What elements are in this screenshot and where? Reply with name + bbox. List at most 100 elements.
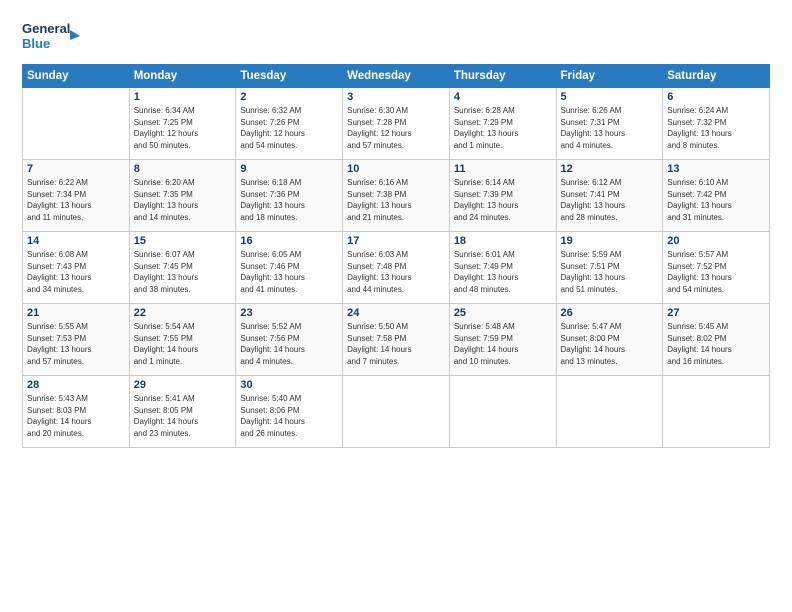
- day-number: 15: [134, 235, 232, 247]
- calendar-cell: 16 Sunrise: 6:05 AMSunset: 7:46 PMDayligh…: [236, 232, 343, 304]
- day-number: 1: [134, 91, 232, 103]
- cell-text: Sunrise: 5:50 AMSunset: 7:58 PMDaylight:…: [347, 321, 445, 367]
- day-number: 4: [454, 91, 552, 103]
- calendar-cell: 19 Sunrise: 5:59 AMSunset: 7:51 PMDayligh…: [556, 232, 663, 304]
- day-number: 16: [240, 235, 338, 247]
- day-number: 21: [27, 307, 125, 319]
- day-number: 26: [561, 307, 659, 319]
- cell-text: Sunrise: 5:59 AMSunset: 7:51 PMDaylight:…: [561, 249, 659, 295]
- calendar-cell: 23 Sunrise: 5:52 AMSunset: 7:56 PMDayligh…: [236, 304, 343, 376]
- day-number: 14: [27, 235, 125, 247]
- calendar-cell: [556, 376, 663, 448]
- day-number: 10: [347, 163, 445, 175]
- cell-text: Sunrise: 5:45 AMSunset: 8:02 PMDaylight:…: [667, 321, 765, 367]
- calendar-cell: 17Sunrise: 6:03 AMSunset: 7:48 PMDayligh…: [343, 232, 450, 304]
- cell-text: Sunrise: 6:16 AMSunset: 7:38 PMDaylight:…: [347, 177, 445, 223]
- col-header-saturday: Saturday: [663, 65, 770, 88]
- day-number: 8: [134, 163, 232, 175]
- cell-text: Sunrise: 5:40 AMSunset: 8:06 PMDaylight:…: [240, 393, 338, 439]
- cell-text: Sunrise: 5:54 AMSunset: 7:55 PMDaylight:…: [134, 321, 232, 367]
- cell-text: Sunrise: 6:05 AMSunset: 7:46 PMDaylight:…: [240, 249, 338, 295]
- calendar-cell: 3 Sunrise: 6:30 AMSunset: 7:28 PMDaylight…: [343, 88, 450, 160]
- calendar-cell: [449, 376, 556, 448]
- calendar-table: SundayMondayTuesdayWednesdayThursdayFrid…: [22, 64, 770, 448]
- day-number: 19: [561, 235, 659, 247]
- week-row-4: 21 Sunrise: 5:55 AMSunset: 7:53 PMDayligh…: [23, 304, 770, 376]
- page: GeneralBlue SundayMondayTuesdayWednesday…: [0, 0, 792, 458]
- cell-text: Sunrise: 5:52 AMSunset: 7:56 PMDaylight:…: [240, 321, 338, 367]
- week-row-1: 1 Sunrise: 6:34 AMSunset: 7:25 PMDaylight…: [23, 88, 770, 160]
- calendar-cell: [663, 376, 770, 448]
- calendar-cell: 22 Sunrise: 5:54 AMSunset: 7:55 PMDayligh…: [129, 304, 236, 376]
- day-number: 29: [134, 379, 232, 391]
- calendar-cell: 29 Sunrise: 5:41 AMSunset: 8:05 PMDayligh…: [129, 376, 236, 448]
- calendar-cell: 6Sunrise: 6:24 AMSunset: 7:32 PMDaylight…: [663, 88, 770, 160]
- day-number: 12: [561, 163, 659, 175]
- day-number: 5: [561, 91, 659, 103]
- calendar-cell: 5 Sunrise: 6:26 AMSunset: 7:31 PMDaylight…: [556, 88, 663, 160]
- calendar-cell: 11 Sunrise: 6:14 AMSunset: 7:39 PMDayligh…: [449, 160, 556, 232]
- cell-text: Sunrise: 6:32 AMSunset: 7:26 PMDaylight:…: [240, 105, 338, 151]
- calendar-cell: 25 Sunrise: 5:48 AMSunset: 7:59 PMDayligh…: [449, 304, 556, 376]
- calendar-cell: 9Sunrise: 6:18 AMSunset: 7:36 PMDaylight…: [236, 160, 343, 232]
- col-header-thursday: Thursday: [449, 65, 556, 88]
- cell-text: Sunrise: 5:55 AMSunset: 7:53 PMDaylight:…: [27, 321, 125, 367]
- calendar-cell: 14 Sunrise: 6:08 AMSunset: 7:43 PMDayligh…: [23, 232, 130, 304]
- logo: GeneralBlue: [22, 18, 80, 56]
- calendar-cell: 12 Sunrise: 6:12 AMSunset: 7:41 PMDayligh…: [556, 160, 663, 232]
- day-number: 22: [134, 307, 232, 319]
- col-header-wednesday: Wednesday: [343, 65, 450, 88]
- cell-text: Sunrise: 6:12 AMSunset: 7:41 PMDaylight:…: [561, 177, 659, 223]
- cell-text: Sunrise: 6:30 AMSunset: 7:28 PMDaylight:…: [347, 105, 445, 151]
- day-number: 24: [347, 307, 445, 319]
- day-number: 23: [240, 307, 338, 319]
- calendar-cell: 8 Sunrise: 6:20 AMSunset: 7:35 PMDaylight…: [129, 160, 236, 232]
- cell-text: Sunrise: 5:47 AMSunset: 8:00 PMDaylight:…: [561, 321, 659, 367]
- cell-text: Sunrise: 6:08 AMSunset: 7:43 PMDaylight:…: [27, 249, 125, 295]
- week-row-2: 7 Sunrise: 6:22 AMSunset: 7:34 PMDaylight…: [23, 160, 770, 232]
- cell-text: Sunrise: 6:03 AMSunset: 7:48 PMDaylight:…: [347, 249, 445, 295]
- cell-text: Sunrise: 6:26 AMSunset: 7:31 PMDaylight:…: [561, 105, 659, 151]
- cell-text: Sunrise: 6:01 AMSunset: 7:49 PMDaylight:…: [454, 249, 552, 295]
- day-number: 20: [667, 235, 765, 247]
- logo-svg: GeneralBlue: [22, 18, 80, 56]
- col-header-sunday: Sunday: [23, 65, 130, 88]
- cell-text: Sunrise: 5:41 AMSunset: 8:05 PMDaylight:…: [134, 393, 232, 439]
- calendar-cell: 4 Sunrise: 6:28 AMSunset: 7:29 PMDaylight…: [449, 88, 556, 160]
- cell-text: Sunrise: 5:43 AMSunset: 8:03 PMDaylight:…: [27, 393, 125, 439]
- calendar-cell: [343, 376, 450, 448]
- calendar-cell: 27Sunrise: 5:45 AMSunset: 8:02 PMDayligh…: [663, 304, 770, 376]
- cell-text: Sunrise: 5:48 AMSunset: 7:59 PMDaylight:…: [454, 321, 552, 367]
- day-number: 7: [27, 163, 125, 175]
- day-number: 2: [240, 91, 338, 103]
- calendar-cell: 7 Sunrise: 6:22 AMSunset: 7:34 PMDaylight…: [23, 160, 130, 232]
- calendar-cell: 28Sunrise: 5:43 AMSunset: 8:03 PMDayligh…: [23, 376, 130, 448]
- cell-text: Sunrise: 6:34 AMSunset: 7:25 PMDaylight:…: [134, 105, 232, 151]
- day-number: 13: [667, 163, 765, 175]
- day-number: 30: [240, 379, 338, 391]
- cell-text: Sunrise: 6:20 AMSunset: 7:35 PMDaylight:…: [134, 177, 232, 223]
- calendar-cell: 1 Sunrise: 6:34 AMSunset: 7:25 PMDaylight…: [129, 88, 236, 160]
- col-header-tuesday: Tuesday: [236, 65, 343, 88]
- cell-text: Sunrise: 6:10 AMSunset: 7:42 PMDaylight:…: [667, 177, 765, 223]
- calendar-cell: 10 Sunrise: 6:16 AMSunset: 7:38 PMDayligh…: [343, 160, 450, 232]
- day-number: 11: [454, 163, 552, 175]
- cell-text: Sunrise: 6:14 AMSunset: 7:39 PMDaylight:…: [454, 177, 552, 223]
- col-header-monday: Monday: [129, 65, 236, 88]
- cell-text: Sunrise: 6:24 AMSunset: 7:32 PMDaylight:…: [667, 105, 765, 151]
- cell-text: Sunrise: 6:28 AMSunset: 7:29 PMDaylight:…: [454, 105, 552, 151]
- calendar-cell: 21 Sunrise: 5:55 AMSunset: 7:53 PMDayligh…: [23, 304, 130, 376]
- week-row-3: 14 Sunrise: 6:08 AMSunset: 7:43 PMDayligh…: [23, 232, 770, 304]
- day-number: 25: [454, 307, 552, 319]
- calendar-cell: [23, 88, 130, 160]
- calendar-cell: 30 Sunrise: 5:40 AMSunset: 8:06 PMDayligh…: [236, 376, 343, 448]
- cell-text: Sunrise: 6:22 AMSunset: 7:34 PMDaylight:…: [27, 177, 125, 223]
- week-row-5: 28Sunrise: 5:43 AMSunset: 8:03 PMDayligh…: [23, 376, 770, 448]
- calendar-cell: 18 Sunrise: 6:01 AMSunset: 7:49 PMDayligh…: [449, 232, 556, 304]
- day-number: 3: [347, 91, 445, 103]
- calendar-cell: 24 Sunrise: 5:50 AMSunset: 7:58 PMDayligh…: [343, 304, 450, 376]
- header-row: SundayMondayTuesdayWednesdayThursdayFrid…: [23, 65, 770, 88]
- svg-text:Blue: Blue: [22, 36, 50, 51]
- day-number: 18: [454, 235, 552, 247]
- cell-text: Sunrise: 6:18 AMSunset: 7:36 PMDaylight:…: [240, 177, 338, 223]
